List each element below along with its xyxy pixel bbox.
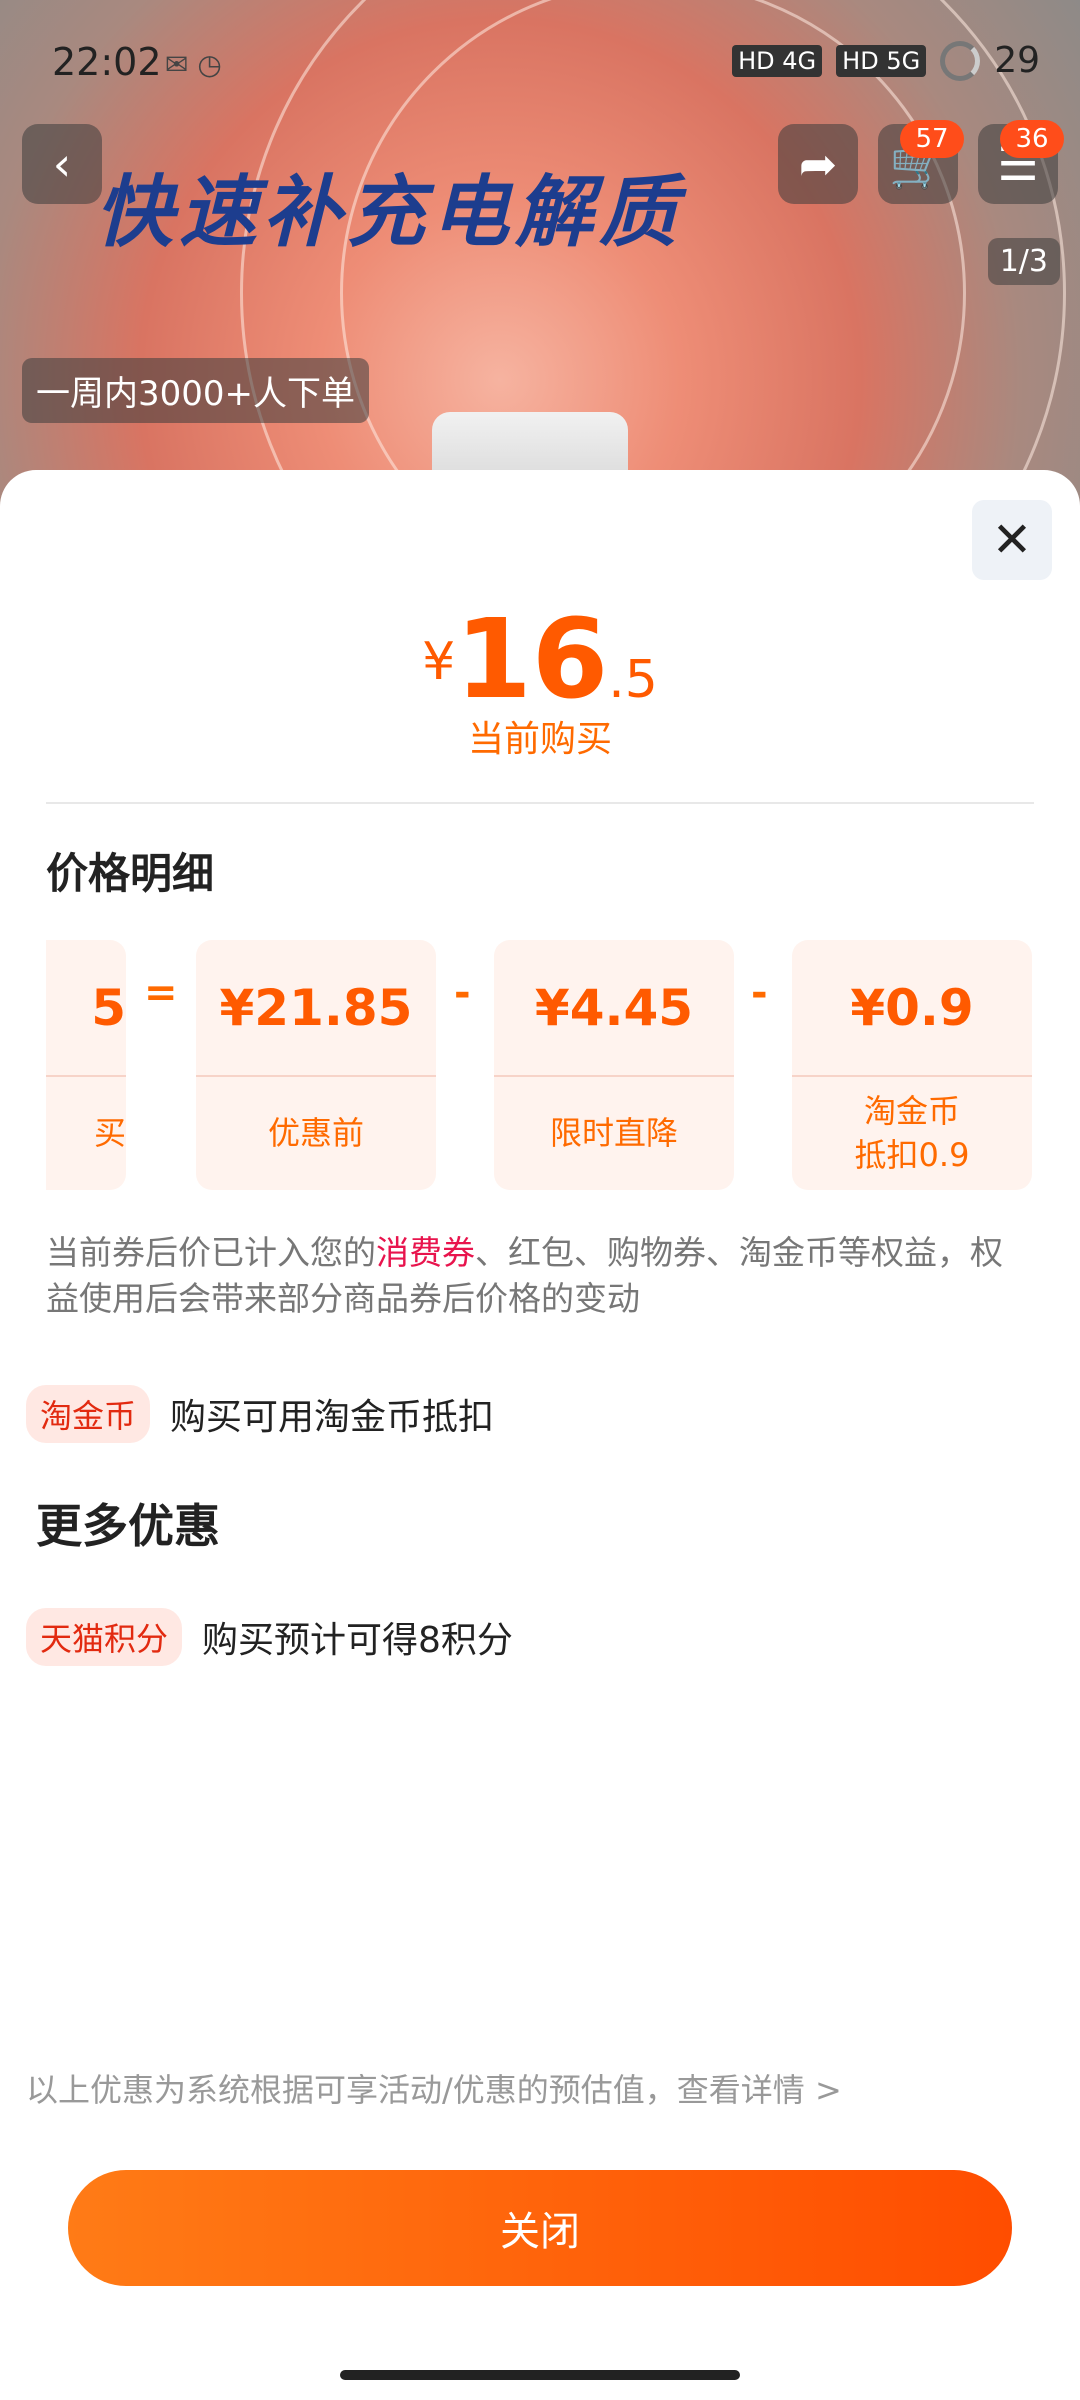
card-value: 5 <box>91 978 126 1037</box>
points-tag: 天猫积分 <box>26 1608 183 1666</box>
card-label: 限时直降 <box>549 1113 678 1152</box>
card-label: 优惠前 <box>267 1113 364 1152</box>
card-value: ¥0.9 <box>850 978 974 1037</box>
minus-operator: - <box>454 970 471 1016</box>
card-label: 淘金币 抵扣0.9 <box>854 1091 970 1174</box>
breakdown-card-coins: ¥0.9 淘金币 抵扣0.9 <box>792 940 1032 1190</box>
price-detail-sheet: ✕ ¥16.5 当前购买 价格明细 5 买 = ¥21.85 优惠前 - ¥4.… <box>0 470 1080 2400</box>
section-title-price-detail: 价格明细 <box>46 849 215 898</box>
current-price: ¥16.5 <box>0 595 1080 723</box>
product-hero-image[interactable]: 快速补充电解质 22:02 ✉ ◷ HD 4G HD 5G 29 ‹ ➦ 🛒 5… <box>0 0 1080 520</box>
orders-count-pill: 一周内3000+人下单 <box>22 358 370 423</box>
status-bar: 22:02 ✉ ◷ HD 4G HD 5G 29 <box>0 30 1080 100</box>
price-integer: 16 <box>455 595 609 723</box>
status-right: HD 4G HD 5G 29 <box>732 40 1040 81</box>
back-button[interactable]: ‹ <box>22 124 102 204</box>
coin-text: 购买可用淘金币抵扣 <box>170 1397 495 1438</box>
cart-badge: 57 <box>900 120 964 158</box>
battery-level: 29 <box>994 40 1040 81</box>
close-button[interactable]: 关闭 <box>68 2170 1012 2286</box>
points-text: 购买预计可得8积分 <box>202 1620 513 1661</box>
card-value: ¥21.85 <box>219 978 413 1037</box>
price-label: 当前购买 <box>467 719 612 760</box>
breakdown-card-original: ¥21.85 优惠前 <box>196 940 436 1190</box>
points-benefit-row: 天猫积分 购买预计可得8积分 <box>26 1608 513 1666</box>
minus-operator: - <box>751 970 768 1016</box>
notice-prefix: 当前券后价已计入您的 <box>46 1233 376 1272</box>
image-page-indicator: 1/3 <box>987 238 1060 285</box>
divider <box>46 802 1034 804</box>
close-icon: ✕ <box>991 512 1033 568</box>
battery-icon <box>940 40 981 81</box>
message-button[interactable]: ☰ 36 <box>978 120 1064 204</box>
coin-benefit-row: 淘金币 购买可用淘金币抵扣 <box>26 1385 494 1443</box>
estimate-note-link[interactable]: 以上优惠为系统根据可享活动/优惠的预估值，查看详情 > <box>26 2065 842 2111</box>
card-label: 买 <box>93 1113 126 1152</box>
home-indicator[interactable] <box>340 2370 740 2380</box>
breakdown-card-discount: ¥4.45 限时直降 <box>494 940 734 1190</box>
price-decimal: .5 <box>608 650 658 710</box>
message-badge: 36 <box>1000 120 1064 158</box>
equals-operator: = <box>144 970 178 1016</box>
card-value: ¥4.45 <box>534 978 694 1037</box>
cart-button[interactable]: 🛒 57 <box>878 120 964 204</box>
hero-title: 快速补充电解质 <box>95 168 684 258</box>
more-offers-title: 更多优惠 <box>36 1499 220 1553</box>
close-sheet-button[interactable]: ✕ <box>972 500 1052 580</box>
price-currency: ¥ <box>422 632 456 692</box>
price-breakdown[interactable]: 5 买 = ¥21.85 优惠前 - ¥4.45 限时直降 - ¥0.9 淘金币… <box>46 940 1034 1190</box>
coin-tag: 淘金币 <box>26 1385 151 1443</box>
notice-highlight-coupon[interactable]: 消费券 <box>376 1233 475 1272</box>
back-chevron-icon: ‹ <box>52 137 72 191</box>
share-icon: ➦ <box>798 137 838 191</box>
share-button[interactable]: ➦ <box>778 124 858 204</box>
price-notice: 当前券后价已计入您的消费券、红包、购物券、淘金币等权益，权益使用后会带来部分商品… <box>46 1230 1034 1322</box>
signal-5g-icon: HD 5G <box>836 44 927 77</box>
status-time: 22:02 <box>52 40 162 84</box>
status-notification-icons: ✉ ◷ <box>165 48 222 81</box>
breakdown-card-total: 5 买 <box>46 940 126 1190</box>
signal-4g-icon: HD 4G <box>732 44 823 77</box>
